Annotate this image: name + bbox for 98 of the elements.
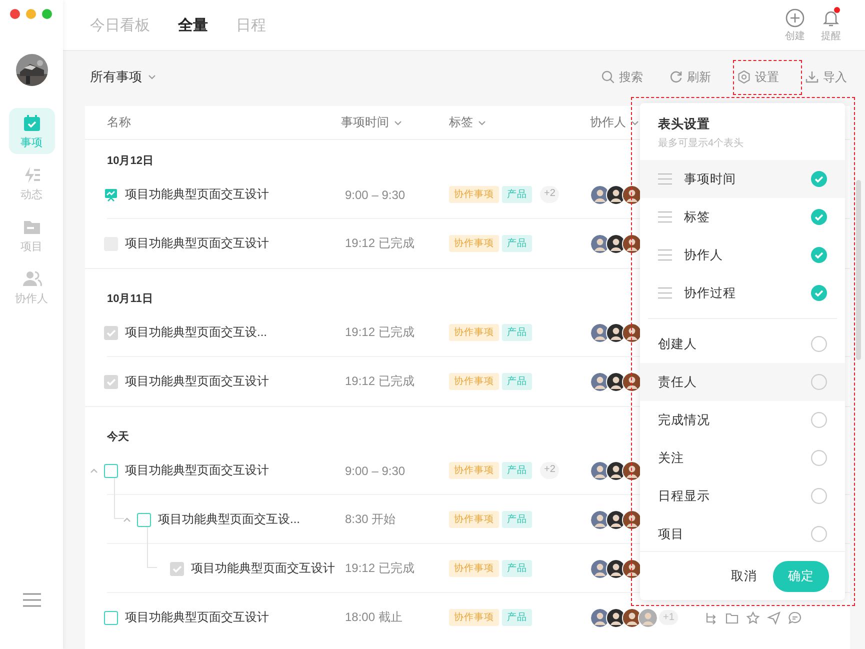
tree-line bbox=[147, 527, 157, 568]
item-title[interactable]: 项目功能典型页面交互设... bbox=[158, 511, 300, 528]
item-time: 9:00 – 9:30 bbox=[345, 188, 406, 202]
plus-icon bbox=[785, 8, 805, 28]
calendar-icon bbox=[22, 112, 42, 132]
column-option[interactable]: 标签 bbox=[640, 198, 845, 236]
send-icon[interactable] bbox=[767, 610, 782, 624]
item-title[interactable]: 项目功能典型页面交互设计 bbox=[125, 235, 269, 252]
tag: 协作事项 bbox=[449, 186, 499, 203]
column-header[interactable]: 标签 bbox=[449, 114, 473, 131]
group-label: 今天 bbox=[107, 430, 129, 444]
tag: 产品 bbox=[502, 373, 532, 390]
column-option[interactable]: 项目 bbox=[640, 515, 845, 551]
item-title[interactable]: 项目功能典型页面交互设... bbox=[125, 324, 268, 341]
empty-circle-icon[interactable] bbox=[811, 488, 827, 504]
item-time: 19:12 已完成 bbox=[345, 561, 414, 575]
tag: 协作事项 bbox=[449, 609, 499, 626]
item-title[interactable]: 项目功能典型页面交互设计 bbox=[191, 560, 335, 577]
tag: 协作事项 bbox=[449, 235, 499, 252]
search-icon bbox=[601, 70, 615, 84]
drag-handle-icon[interactable] bbox=[658, 287, 672, 299]
checked-circle-icon[interactable] bbox=[811, 285, 827, 301]
menu-icon[interactable] bbox=[22, 593, 40, 607]
cancel-button[interactable]: 取消 bbox=[731, 568, 757, 584]
group-label: 10月11日 bbox=[107, 292, 153, 306]
tag: 产品 bbox=[502, 609, 532, 626]
checkbox[interactable] bbox=[137, 512, 151, 526]
folder-icon[interactable] bbox=[725, 610, 740, 624]
tab[interactable]: 全量 bbox=[178, 16, 208, 34]
checkbox[interactable] bbox=[170, 562, 184, 576]
empty-circle-icon[interactable] bbox=[811, 374, 827, 390]
filter-dropdown[interactable]: 所有事项 bbox=[90, 68, 157, 86]
item-title[interactable]: 项目功能典型页面交互设计 bbox=[125, 462, 269, 479]
item-time: 19:12 已完成 bbox=[345, 325, 414, 339]
column-option[interactable]: 关注 bbox=[640, 439, 845, 477]
caret-icon bbox=[147, 72, 157, 82]
column-header[interactable]: 协作人 bbox=[590, 114, 626, 131]
checkbox[interactable] bbox=[104, 326, 118, 340]
tree-line bbox=[114, 478, 124, 519]
item-time: 8:30 开始 bbox=[345, 512, 396, 526]
item-title[interactable]: 项目功能典型页面交互设计 bbox=[125, 186, 269, 203]
tag: 产品 bbox=[502, 511, 532, 528]
empty-circle-icon[interactable] bbox=[811, 526, 827, 542]
checkbox[interactable] bbox=[104, 610, 118, 624]
column-option[interactable]: 创建人 bbox=[640, 325, 845, 363]
panel-subtitle: 最多可显示4个表头 bbox=[658, 136, 745, 150]
avatar bbox=[638, 608, 658, 628]
tag: 协作事项 bbox=[449, 511, 499, 528]
column-option[interactable]: 事项时间 bbox=[640, 160, 845, 198]
tag: 协作事项 bbox=[449, 324, 499, 341]
tag: 产品 bbox=[502, 186, 532, 203]
checkbox[interactable] bbox=[104, 464, 118, 478]
column-header[interactable]: 事项时间 bbox=[341, 114, 389, 131]
checked-circle-icon[interactable] bbox=[811, 247, 827, 263]
column-header[interactable]: 名称 bbox=[107, 114, 131, 131]
empty-circle-icon[interactable] bbox=[811, 336, 827, 352]
download-icon bbox=[805, 70, 819, 84]
panel-title: 表头设置 bbox=[658, 116, 711, 133]
item-time: 18:00 截止 bbox=[345, 610, 402, 624]
tag: 协作事项 bbox=[449, 373, 499, 390]
item-time: 19:12 已完成 bbox=[345, 374, 414, 388]
tag: 产品 bbox=[502, 324, 532, 341]
tag: +2 bbox=[540, 186, 560, 203]
item-title[interactable]: 项目功能典型页面交互设计 bbox=[125, 609, 269, 626]
empty-circle-icon[interactable] bbox=[811, 412, 827, 428]
tag: 协作事项 bbox=[449, 560, 499, 577]
tag: 产品 bbox=[502, 235, 532, 252]
people-icon bbox=[22, 268, 42, 288]
close-button[interactable] bbox=[10, 9, 20, 19]
scrollbar[interactable] bbox=[856, 180, 861, 360]
tag: 协作事项 bbox=[449, 462, 499, 479]
refresh-icon bbox=[669, 70, 683, 84]
maximize-button[interactable] bbox=[42, 9, 52, 19]
empty-circle-icon[interactable] bbox=[811, 450, 827, 466]
column-option[interactable]: 协作人 bbox=[640, 236, 845, 274]
minimize-button[interactable] bbox=[26, 9, 36, 19]
comment-icon[interactable] bbox=[788, 610, 802, 624]
highlight-frame bbox=[733, 60, 802, 95]
group-label: 10月12日 bbox=[107, 154, 154, 168]
column-option[interactable]: 协作过程 bbox=[640, 274, 845, 312]
tag: 产品 bbox=[502, 462, 532, 479]
checkbox[interactable] bbox=[104, 374, 118, 388]
settings-icon bbox=[737, 70, 751, 84]
column-option[interactable]: 完成情况 bbox=[640, 401, 845, 439]
checked-circle-icon[interactable] bbox=[811, 209, 827, 225]
column-option[interactable]: 日程显示 bbox=[640, 477, 845, 515]
drag-handle-icon[interactable] bbox=[658, 173, 672, 185]
column-option[interactable]: 责任人 bbox=[640, 363, 845, 401]
item-time: 9:00 – 9:30 bbox=[345, 464, 406, 478]
subtask-icon[interactable] bbox=[704, 610, 718, 624]
tag: +2 bbox=[540, 462, 560, 479]
star-icon[interactable] bbox=[746, 610, 760, 624]
drag-handle-icon[interactable] bbox=[658, 249, 672, 261]
item-title[interactable]: 项目功能典型页面交互设计 bbox=[125, 373, 269, 390]
checked-circle-icon[interactable] bbox=[811, 171, 827, 187]
item-time: 19:12 已完成 bbox=[345, 236, 414, 250]
tag: 产品 bbox=[502, 560, 532, 577]
drag-handle-icon[interactable] bbox=[658, 211, 672, 223]
